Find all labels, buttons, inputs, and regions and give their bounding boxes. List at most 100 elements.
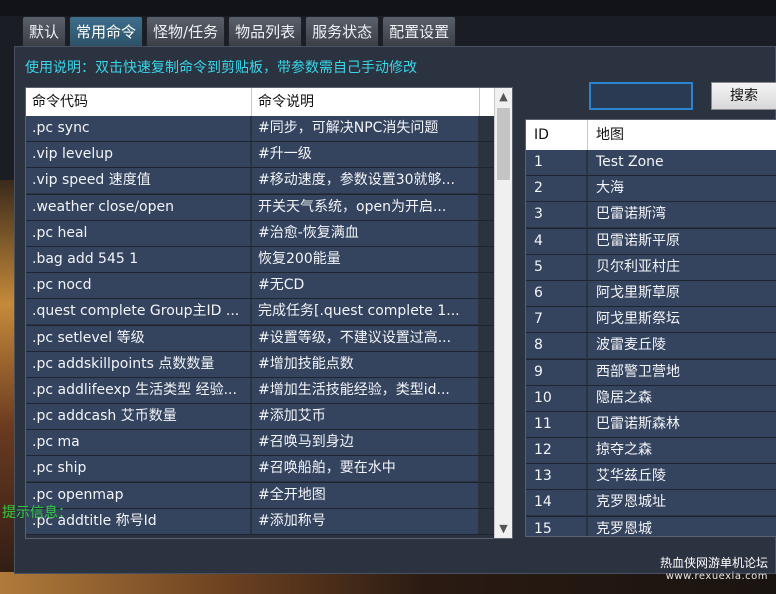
- map-id-cell[interactable]: 3: [526, 202, 586, 228]
- tab-config-settings[interactable]: 配置设置: [382, 16, 457, 46]
- map-id-cell[interactable]: 5: [526, 254, 586, 280]
- command-code-cell[interactable]: .vip speed 速度值: [26, 168, 250, 194]
- tab-item-list[interactable]: 物品列表: [228, 16, 303, 46]
- table-row[interactable]: .weather close/open 开关天气系统，open为开启...: [26, 194, 496, 221]
- scroll-down-icon[interactable]: ▼: [495, 520, 512, 538]
- command-desc-cell[interactable]: #添加艾币: [252, 404, 478, 430]
- command-desc-cell[interactable]: 完成任务[.quest complete 1...: [252, 299, 478, 325]
- map-name-cell[interactable]: 掠夺之森: [588, 438, 776, 464]
- map-name-cell[interactable]: 巴雷诺斯森林: [588, 411, 776, 437]
- map-name-cell[interactable]: 阿戈里斯祭坛: [588, 307, 776, 333]
- table-row[interactable]: 2 大海: [526, 176, 776, 203]
- command-code-cell[interactable]: .pc heal: [26, 220, 250, 246]
- command-desc-cell[interactable]: #增加技能点数: [252, 351, 478, 377]
- table-row[interactable]: .pc addtitle 称号Id #添加称号: [26, 508, 496, 535]
- command-desc-cell[interactable]: #移动速度，参数设置30就够...: [252, 168, 478, 194]
- map-name-cell[interactable]: 隐居之森: [588, 385, 776, 411]
- command-code-cell[interactable]: .pc addskillpoints 点数数量: [26, 351, 250, 377]
- table-row[interactable]: 5 贝尔利亚村庄: [526, 254, 776, 281]
- table-row[interactable]: 4 巴雷诺斯平原: [526, 228, 776, 255]
- tab-service-status[interactable]: 服务状态: [305, 16, 380, 46]
- tab-monsters-quests[interactable]: 怪物/任务: [146, 16, 226, 46]
- command-desc-cell[interactable]: #召唤船舶，要在水中: [252, 456, 478, 482]
- command-code-cell[interactable]: .bag add 545 1: [26, 246, 250, 272]
- table-row[interactable]: 3 巴雷诺斯湾: [526, 202, 776, 229]
- map-id-cell[interactable]: 11: [526, 411, 586, 437]
- map-name-cell[interactable]: 波雷麦丘陵: [588, 333, 776, 359]
- command-code-cell[interactable]: .pc ship: [26, 456, 250, 482]
- table-row[interactable]: 1 Test Zone: [526, 150, 776, 177]
- map-id-cell[interactable]: 10: [526, 385, 586, 411]
- table-row[interactable]: 7 阿戈里斯祭坛: [526, 307, 776, 334]
- map-name-cell[interactable]: 阿戈里斯草原: [588, 280, 776, 306]
- table-row[interactable]: .pc nocd #无CD: [26, 273, 496, 300]
- table-row[interactable]: .pc sync #同步，可解决NPC消失问题: [26, 116, 496, 143]
- command-code-cell[interactable]: .pc setlevel 等级: [26, 325, 250, 351]
- table-row[interactable]: .pc setlevel 等级 #设置等级，不建议设置过高...: [26, 325, 496, 352]
- map-id-cell[interactable]: 8: [526, 333, 586, 359]
- command-code-cell[interactable]: .vip levelup: [26, 142, 250, 168]
- command-desc-cell[interactable]: 开关天气系统，open为开启...: [252, 194, 478, 220]
- table-row[interactable]: 15 克罗恩城: [526, 516, 776, 536]
- map-id-cell[interactable]: 15: [526, 516, 586, 536]
- command-desc-cell[interactable]: #添加称号: [252, 508, 478, 534]
- map-id-cell[interactable]: 14: [526, 490, 586, 516]
- scrollbar-thumb[interactable]: [497, 108, 510, 180]
- table-row[interactable]: .vip levelup #升一级: [26, 142, 496, 169]
- map-id-cell[interactable]: 12: [526, 438, 586, 464]
- command-code-cell[interactable]: .pc addcash 艾币数量: [26, 404, 250, 430]
- search-input[interactable]: [589, 82, 693, 110]
- column-header-command-desc[interactable]: 命令说明: [252, 88, 480, 116]
- map-id-cell[interactable]: 7: [526, 307, 586, 333]
- command-code-cell[interactable]: .quest complete Group主ID ...: [26, 299, 250, 325]
- map-name-cell[interactable]: 巴雷诺斯平原: [588, 228, 776, 254]
- map-name-cell[interactable]: 贝尔利亚村庄: [588, 254, 776, 280]
- command-code-cell[interactable]: .pc nocd: [26, 273, 250, 299]
- map-name-cell[interactable]: 巴雷诺斯湾: [588, 202, 776, 228]
- tab-common-commands[interactable]: 常用命令: [69, 16, 144, 47]
- command-desc-cell[interactable]: #无CD: [252, 273, 478, 299]
- map-name-cell[interactable]: 克罗恩城址: [588, 490, 776, 516]
- table-row[interactable]: .vip speed 速度值 #移动速度，参数设置30就够...: [26, 168, 496, 195]
- scroll-up-icon[interactable]: ▲: [495, 88, 512, 106]
- command-desc-cell[interactable]: #设置等级，不建议设置过高...: [252, 325, 478, 351]
- command-desc-cell[interactable]: #升一级: [252, 142, 478, 168]
- map-id-cell[interactable]: 13: [526, 464, 586, 490]
- map-name-cell[interactable]: 大海: [588, 176, 776, 202]
- tab-default[interactable]: 默认: [22, 16, 67, 46]
- command-desc-cell[interactable]: #治愈-恢复满血: [252, 220, 478, 246]
- table-row[interactable]: .quest complete Group主ID ... 完成任务[.quest …: [26, 299, 496, 326]
- map-id-cell[interactable]: 9: [526, 359, 586, 385]
- command-desc-cell[interactable]: #召唤马到身边: [252, 430, 478, 456]
- table-row[interactable]: 11 巴雷诺斯森林: [526, 411, 776, 439]
- map-id-cell[interactable]: 2: [526, 176, 586, 202]
- table-row[interactable]: .pc addskillpoints 点数数量 #增加技能点数: [26, 351, 496, 378]
- column-header-id[interactable]: ID: [526, 120, 588, 150]
- command-desc-cell[interactable]: #全开地图: [252, 482, 478, 508]
- table-row[interactable]: 10 隐居之森: [526, 385, 776, 412]
- table-row[interactable]: 6 阿戈里斯草原: [526, 280, 776, 308]
- table-row[interactable]: 13 艾华兹丘陵: [526, 464, 776, 491]
- table-row[interactable]: 8 波雷麦丘陵: [526, 333, 776, 360]
- command-code-cell[interactable]: .pc sync: [26, 116, 250, 141]
- map-id-cell[interactable]: 1: [526, 150, 586, 175]
- table-row[interactable]: .pc heal #治愈-恢复满血: [26, 220, 496, 247]
- command-table-scrollbar[interactable]: ▲ ▼: [494, 88, 512, 538]
- map-name-cell[interactable]: 克罗恩城: [588, 516, 776, 536]
- column-header-map[interactable]: 地图: [588, 120, 776, 150]
- table-row[interactable]: .pc ship #召唤船舶，要在水中: [26, 456, 496, 483]
- table-row[interactable]: .pc openmap #全开地图: [26, 482, 496, 509]
- table-row[interactable]: 12 掠夺之森: [526, 438, 776, 465]
- table-row[interactable]: 9 西部警卫营地: [526, 359, 776, 386]
- command-code-cell[interactable]: .pc addlifeexp 生活类型 经验...: [26, 377, 250, 403]
- table-row[interactable]: 14 克罗恩城址: [526, 490, 776, 517]
- map-name-cell[interactable]: 西部警卫营地: [588, 359, 776, 385]
- table-row[interactable]: .bag add 545 1 恢复200能量: [26, 246, 496, 274]
- command-desc-cell[interactable]: 恢复200能量: [252, 246, 478, 272]
- command-desc-cell[interactable]: #同步，可解决NPC消失问题: [252, 116, 478, 141]
- map-id-cell[interactable]: 4: [526, 228, 586, 254]
- table-row[interactable]: .pc addlifeexp 生活类型 经验... #增加生活技能经验，类型id.…: [26, 377, 496, 405]
- table-row[interactable]: .pc addcash 艾币数量 #添加艾币: [26, 404, 496, 431]
- command-code-cell[interactable]: .weather close/open: [26, 194, 250, 220]
- map-name-cell[interactable]: Test Zone: [588, 150, 776, 175]
